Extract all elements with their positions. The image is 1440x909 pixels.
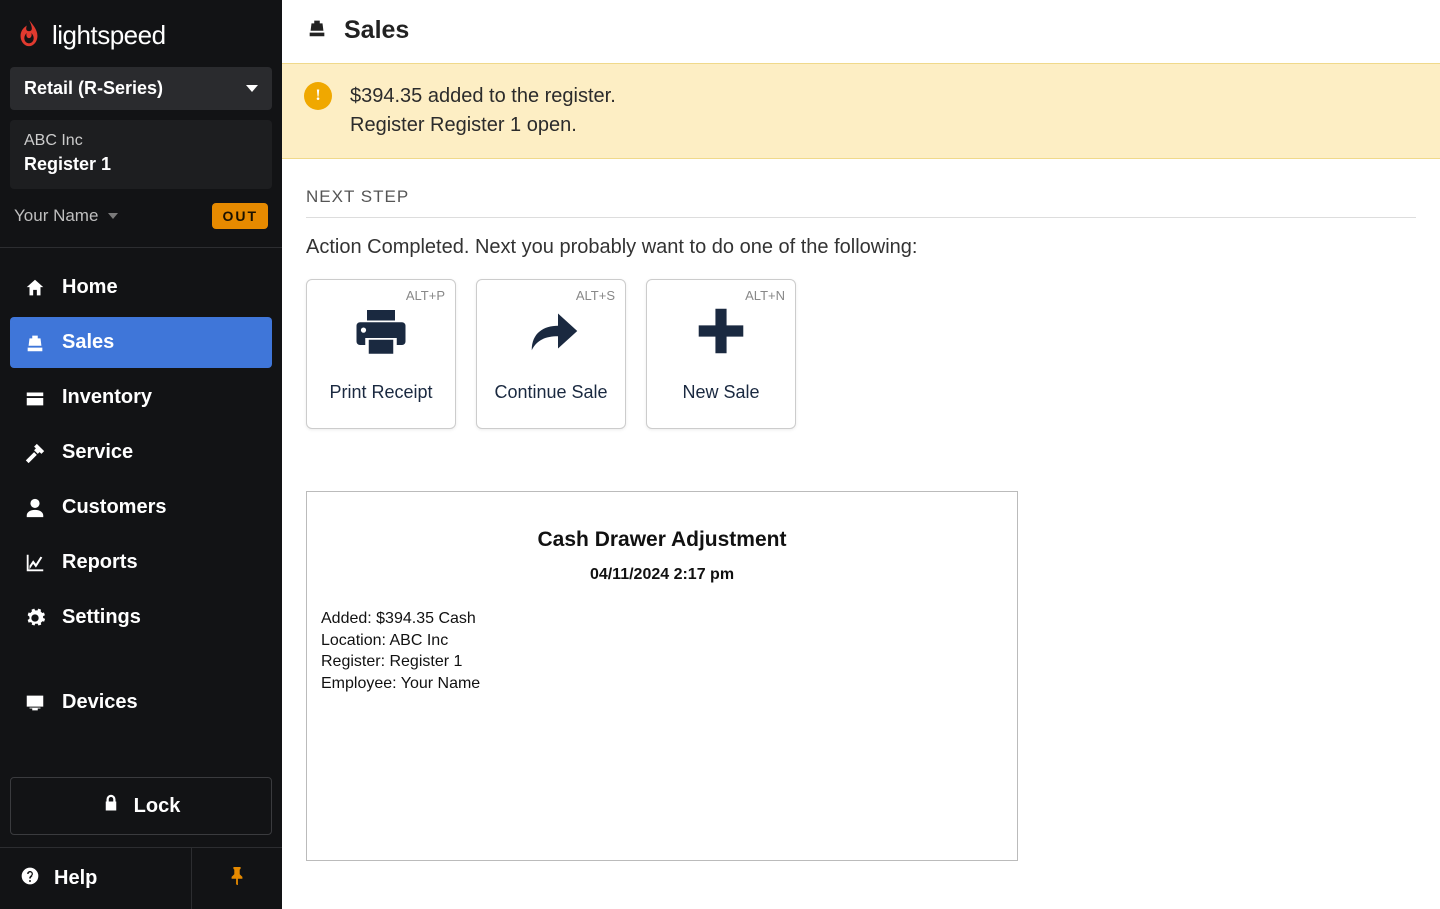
nav-label: Service [62, 441, 133, 464]
sidebar: lightspeed Retail (R-Series) ABC Inc Reg… [0, 0, 282, 909]
user-icon [24, 497, 46, 519]
card-label: New Sale [682, 382, 759, 403]
card-label: Print Receipt [329, 382, 432, 403]
receipt-timestamp: 04/11/2024 2:17 pm [321, 566, 1003, 584]
help-button[interactable]: Help [0, 848, 192, 909]
user-label: Your Name [14, 206, 98, 226]
hammer-icon [24, 442, 46, 464]
chevron-down-icon [246, 85, 258, 92]
receipt-line: Added: $394.35 Cash [321, 608, 1003, 630]
new-sale-button[interactable]: ALT+N New Sale [646, 279, 796, 429]
nav-label: Inventory [62, 386, 152, 409]
brand-logo: lightspeed [0, 0, 282, 67]
company-name: ABC Inc [24, 132, 258, 150]
page-title: Sales [344, 16, 409, 45]
nav-label: Devices [62, 691, 138, 714]
action-cards: ALT+P Print Receipt ALT+S Continue Sale … [306, 279, 1416, 429]
home-icon [24, 277, 46, 299]
lock-label: Lock [134, 795, 181, 818]
nav-label: Reports [62, 551, 138, 574]
lock-icon [102, 794, 120, 818]
section-heading: NEXT STEP [306, 187, 1416, 218]
nav-label: Customers [62, 496, 166, 519]
nav-label: Settings [62, 606, 141, 629]
clock-out-badge[interactable]: OUT [212, 203, 268, 229]
card-label: Continue Sale [494, 382, 607, 403]
register-selector[interactable]: ABC Inc Register 1 [10, 120, 272, 189]
receipt-line: Register: Register 1 [321, 651, 1003, 673]
nav-item-inventory[interactable]: Inventory [10, 372, 272, 423]
brand-name: lightspeed [52, 20, 166, 51]
series-dropdown[interactable]: Retail (R-Series) [10, 67, 272, 110]
banner-line-1: $394.35 added to the register. [350, 82, 616, 111]
tag-icon [24, 387, 46, 409]
nav-label: Home [62, 276, 118, 299]
alert-icon: ! [304, 82, 332, 110]
prompt-text: Action Completed. Next you probably want… [306, 236, 1416, 259]
series-label: Retail (R-Series) [24, 78, 163, 99]
receipt-preview: Cash Drawer Adjustment 04/11/2024 2:17 p… [306, 491, 1018, 861]
print-receipt-button[interactable]: ALT+P Print Receipt [306, 279, 456, 429]
printer-icon [353, 305, 409, 362]
continue-sale-button[interactable]: ALT+S Continue Sale [476, 279, 626, 429]
receipt-line: Location: ABC Inc [321, 630, 1003, 652]
pin-button[interactable] [192, 848, 282, 909]
banner-line-2: Register Register 1 open. [350, 111, 616, 140]
shortcut-hint: ALT+P [406, 288, 445, 303]
main-content: Sales ! $394.35 added to the register. R… [282, 0, 1440, 909]
plus-icon [693, 305, 749, 362]
help-label: Help [54, 867, 97, 890]
shortcut-hint: ALT+N [745, 288, 785, 303]
chart-icon [24, 552, 46, 574]
nav-item-home[interactable]: Home [10, 262, 272, 313]
alert-banner: ! $394.35 added to the register. Registe… [282, 63, 1440, 159]
main-nav: Home Sales Inventory Service [0, 248, 282, 777]
chevron-down-icon [108, 213, 118, 219]
user-menu[interactable]: Your Name [14, 206, 118, 226]
flame-icon [14, 18, 44, 53]
nav-item-customers[interactable]: Customers [10, 482, 272, 533]
monitor-icon [24, 692, 46, 714]
nav-label: Sales [62, 331, 114, 354]
nav-item-devices[interactable]: Devices [10, 677, 272, 728]
nav-item-service[interactable]: Service [10, 427, 272, 478]
register-icon [24, 332, 46, 354]
receipt-title: Cash Drawer Adjustment [321, 528, 1003, 552]
nav-item-reports[interactable]: Reports [10, 537, 272, 588]
receipt-line: Employee: Your Name [321, 673, 1003, 695]
nav-item-sales[interactable]: Sales [10, 317, 272, 368]
pin-icon [229, 867, 245, 890]
gear-icon [24, 607, 46, 629]
register-name: Register 1 [24, 154, 258, 175]
register-icon [306, 17, 328, 44]
lock-button[interactable]: Lock [10, 777, 272, 835]
share-arrow-icon [523, 305, 579, 362]
page-header: Sales [282, 0, 1440, 63]
question-icon [20, 866, 40, 892]
shortcut-hint: ALT+S [576, 288, 615, 303]
nav-item-settings[interactable]: Settings [10, 592, 272, 643]
